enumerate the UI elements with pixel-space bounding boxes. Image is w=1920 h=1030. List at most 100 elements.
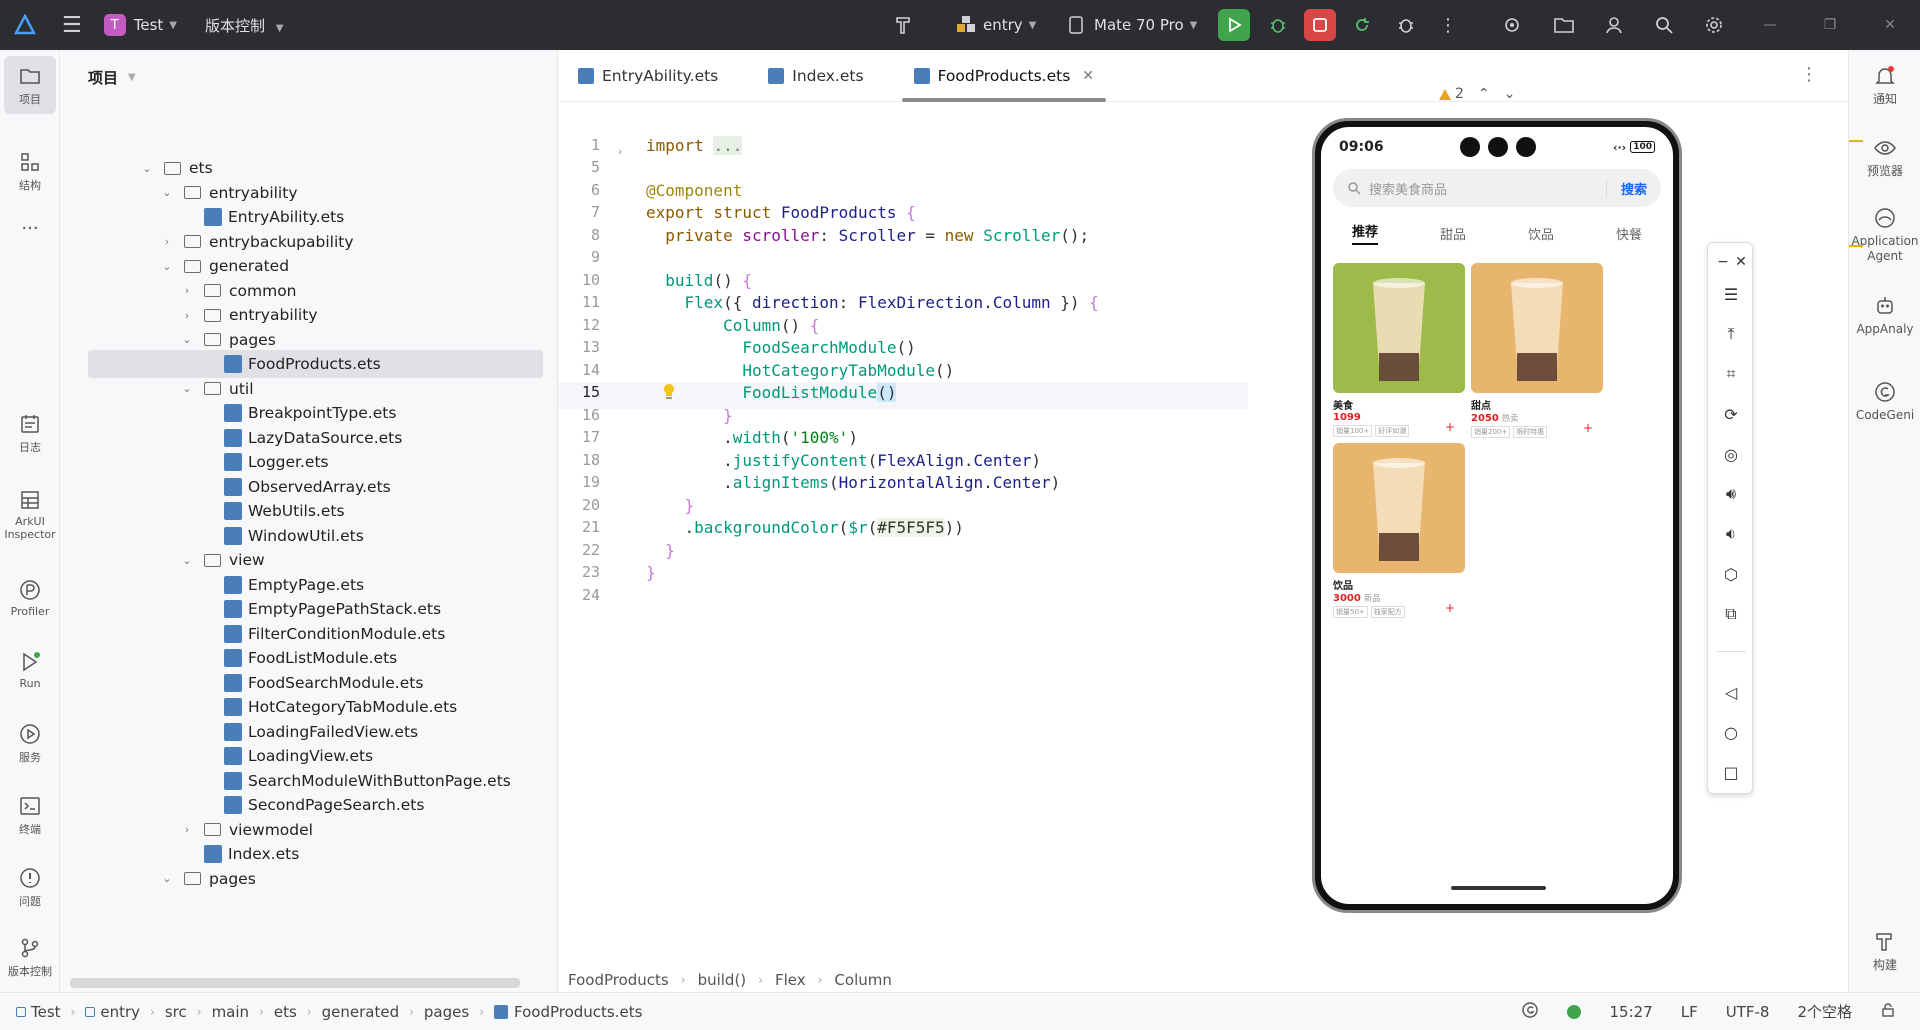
food-card[interactable]: 饮品 3000 新品 销量50+ 独家配方 + [1333, 443, 1465, 618]
nav-path-item[interactable]: ets [274, 1003, 297, 1021]
breadcrumb-item[interactable]: build() [698, 971, 747, 989]
chevron-down-icon[interactable]: ⌄ [160, 260, 174, 273]
module-selector[interactable]: entry ▼ [955, 9, 1036, 41]
run-button[interactable] [1218, 9, 1250, 41]
breadcrumb-item[interactable]: Column [834, 971, 891, 989]
nav-path-item[interactable]: FoodProducts.ets [514, 1003, 642, 1021]
line-ending[interactable]: LF [1681, 1003, 1698, 1021]
tool-structure[interactable]: 结构 [4, 150, 56, 193]
lock-icon[interactable] [1880, 1002, 1896, 1022]
nav-path-item[interactable]: src [165, 1003, 187, 1021]
previous-highlight-icon[interactable]: ⌃ [1478, 86, 1490, 102]
stop-button[interactable] [1304, 9, 1336, 41]
chevron-right-icon[interactable]: › [180, 823, 194, 836]
category-tab[interactable]: 推荐 [1351, 221, 1378, 245]
next-highlight-icon[interactable]: ⌄ [1504, 86, 1516, 102]
tool-previewer[interactable]: 预览器 [1849, 136, 1920, 179]
more-tabs-icon[interactable]: ⋮ [1800, 64, 1818, 85]
tool-terminal[interactable]: 终端 [4, 794, 56, 837]
chevron-down-icon[interactable]: ⌄ [180, 333, 194, 346]
main-menu-icon[interactable]: ☰ [62, 13, 82, 38]
chevron-right-icon[interactable]: › [180, 309, 194, 322]
tool-run[interactable]: Run [4, 650, 56, 690]
horizontal-scrollbar[interactable] [70, 978, 520, 988]
rotate-icon[interactable]: ⟳ [1718, 401, 1744, 427]
debug-button[interactable] [1262, 9, 1294, 41]
minimize-window-icon[interactable]: — [1740, 17, 1800, 33]
tab-index[interactable]: Index.ets [748, 50, 883, 102]
target-icon[interactable] [1496, 9, 1528, 41]
breadcrumb-item[interactable]: Flex [775, 971, 806, 989]
device-screen[interactable]: 09:06 ‹·› 100 搜索美食商品 搜索 推荐 甜品 饮品 快餐 美食 10… [1321, 127, 1673, 904]
home-icon[interactable]: ○ [1718, 719, 1744, 745]
caret-position[interactable]: 15:27 [1609, 1003, 1652, 1021]
scroll-top-icon[interactable]: ⤒ [1718, 321, 1744, 347]
multi-device-icon[interactable]: ⧉ [1718, 601, 1744, 627]
tool-build[interactable]: 构建 [1849, 930, 1920, 973]
tab-foodproducts[interactable]: FoodProducts.ets ✕ [894, 50, 1114, 102]
home-indicator[interactable] [1451, 886, 1546, 890]
more-tools-icon[interactable]: ··· [4, 218, 56, 239]
nav-path-item[interactable]: Test [31, 1003, 61, 1021]
chevron-right-icon[interactable]: › [180, 284, 194, 297]
nav-path-item[interactable]: generated [322, 1003, 399, 1021]
menu-icon[interactable]: ☰ [1718, 281, 1744, 307]
nav-path-item[interactable]: entry [100, 1003, 140, 1021]
tool-arkui-inspector[interactable]: ArkUI Inspector [4, 488, 56, 541]
preview-search-bar[interactable]: 搜索美食商品 搜索 [1333, 169, 1661, 207]
inspection-widget[interactable]: 2 ⌃ ⌄ [1438, 86, 1515, 102]
chevron-down-icon[interactable]: ⌄ [180, 554, 194, 567]
tool-codegenie[interactable]: CodeGeni [1849, 380, 1920, 423]
tool-application-agent[interactable]: Application Agent [1849, 206, 1920, 264]
close-window-icon[interactable]: ✕ [1860, 17, 1920, 33]
account-icon[interactable] [1598, 9, 1630, 41]
food-card[interactable]: 甜点 2050 热卖 销量200+ 限时特惠 + [1471, 263, 1603, 438]
status-ok-icon[interactable] [1567, 1004, 1582, 1019]
nav-path-item[interactable]: main [212, 1003, 249, 1021]
recent-apps-icon[interactable]: □ [1718, 759, 1744, 785]
device-manager-icon[interactable] [1548, 9, 1580, 41]
chevron-down-icon[interactable]: ⌄ [160, 186, 174, 199]
volume-up-icon[interactable]: 🔊︎ [1718, 481, 1744, 507]
project-selector[interactable]: T Test ▼ [103, 14, 177, 36]
settings-gear-icon[interactable] [1698, 9, 1730, 41]
search-icon[interactable] [1648, 9, 1680, 41]
location-icon[interactable]: ◎ [1718, 441, 1744, 467]
add-to-cart-icon[interactable]: + [1583, 421, 1593, 435]
add-to-cart-icon[interactable]: + [1445, 420, 1455, 434]
more-actions-icon[interactable]: ⋮ [1432, 9, 1464, 41]
volume-down-icon[interactable]: 🔉︎ [1718, 521, 1744, 547]
category-tab[interactable]: 饮品 [1528, 224, 1554, 243]
crop-icon[interactable]: ⌗ [1718, 361, 1744, 387]
fold-device-icon[interactable]: ⬡ [1718, 561, 1744, 587]
tree-folder[interactable]: ⌄ pages [88, 865, 543, 893]
back-icon[interactable]: ◁ [1718, 679, 1744, 705]
chevron-down-icon[interactable]: ⌄ [160, 872, 174, 885]
chevron-down-icon[interactable]: ⌄ [180, 382, 194, 395]
indent-setting[interactable]: 2个空格 [1797, 1001, 1852, 1022]
close-icon[interactable]: ✕ [1728, 249, 1754, 275]
category-tab[interactable]: 甜品 [1440, 224, 1466, 243]
tool-services[interactable]: 服务 [4, 722, 56, 765]
codegenie-status-icon[interactable] [1521, 1001, 1539, 1023]
category-tab[interactable]: 快餐 [1616, 224, 1642, 243]
tool-notifications[interactable]: 通知 [1849, 64, 1920, 107]
tool-project[interactable]: 项目 [4, 56, 56, 114]
attach-debugger-button[interactable] [1390, 9, 1422, 41]
chevron-right-icon[interactable]: › [160, 235, 174, 248]
add-to-cart-icon[interactable]: + [1445, 601, 1455, 615]
chevron-down-icon[interactable]: ⌄ [140, 162, 154, 175]
breadcrumb-item[interactable]: FoodProducts [568, 971, 669, 989]
version-control-menu[interactable]: 版本控制 ▼ [205, 15, 284, 36]
search-button[interactable]: 搜索 [1605, 178, 1647, 198]
build-hammer-icon[interactable] [888, 9, 920, 41]
fold-chevron-icon[interactable]: › [618, 145, 622, 158]
tool-profiler[interactable]: Profiler [4, 578, 56, 618]
tool-appanalyzer[interactable]: AppAnaly [1849, 294, 1920, 337]
close-tab-icon[interactable]: ✕ [1082, 68, 1094, 84]
project-panel-header[interactable]: 项目 ▼ [60, 50, 557, 104]
tab-entryability[interactable]: EntryAbility.ets [558, 50, 738, 102]
rerun-button[interactable] [1346, 9, 1378, 41]
nav-path-item[interactable]: pages [424, 1003, 469, 1021]
tool-problems[interactable]: 问题 [4, 866, 56, 909]
